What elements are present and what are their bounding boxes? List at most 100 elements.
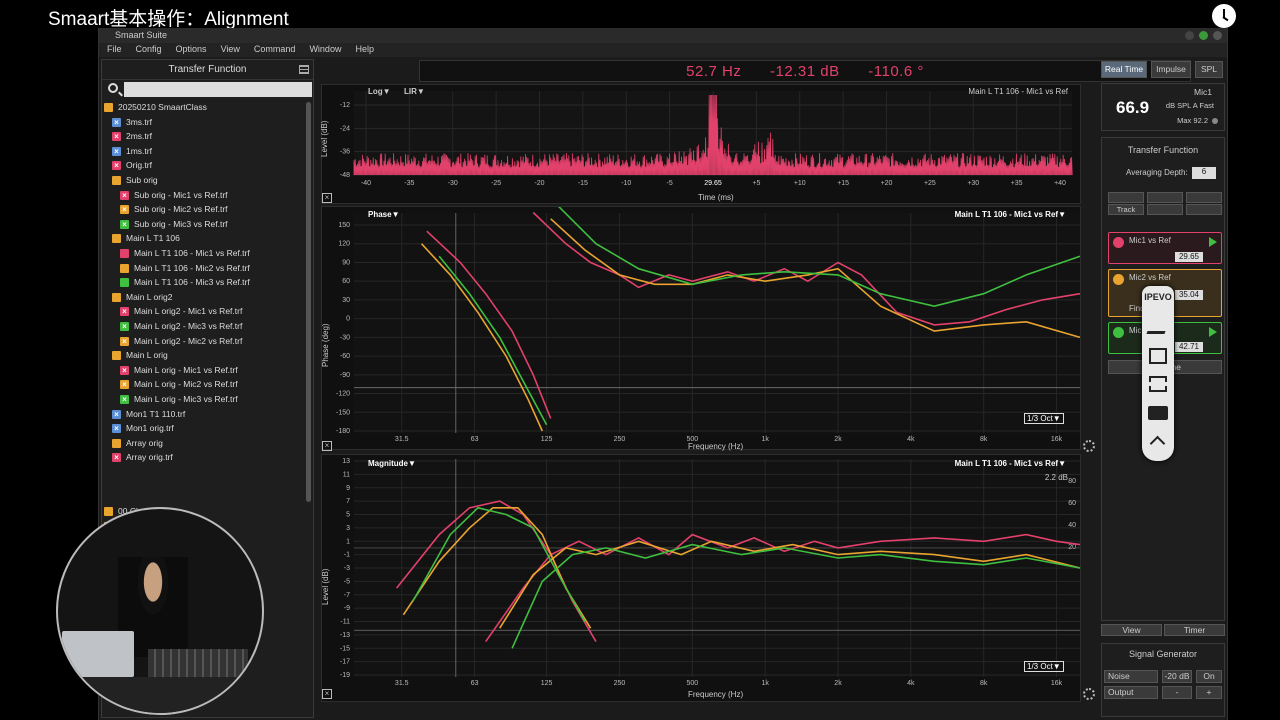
- tree-file[interactable]: × 3ms.trf: [112, 115, 152, 129]
- phase-dropdown[interactable]: Phase▼: [368, 210, 400, 219]
- close-button[interactable]: [1213, 31, 1222, 40]
- tree-file[interactable]: × 2ms.trf: [112, 129, 152, 143]
- menu-view[interactable]: View: [221, 44, 240, 57]
- play-button[interactable]: [1108, 192, 1144, 203]
- impulse-xtick: +20: [881, 180, 893, 187]
- measurement-mic1[interactable]: Mic1 vs Ref 29.65: [1108, 232, 1222, 264]
- magnitude-close-button[interactable]: ×: [322, 689, 332, 699]
- tree-folder[interactable]: Main L orig: [112, 348, 168, 362]
- mic1-play-icon[interactable]: [1209, 237, 1217, 247]
- sidebar-search: [106, 81, 312, 98]
- tree-file[interactable]: × Sub orig - Mic2 vs Ref.trf: [120, 202, 228, 216]
- magnitude-plot[interactable]: 13 11 9 7 5 3 1 -1 -3 -5 -7 -9 -11 -13 -15 -17 -19 80 60 40…: [321, 454, 1081, 702]
- tree-file[interactable]: × Main L orig - Mic2 vs Ref.trf: [120, 377, 238, 391]
- signal-level-down[interactable]: -: [1162, 686, 1192, 699]
- phase-graph[interactable]: 150 120 90 60 30 0 -30 -60 -90 -120 -150 -180 31.5 63…: [322, 207, 1082, 451]
- tree-folder[interactable]: Sub orig: [112, 173, 158, 187]
- magnitude-right-ytick: 40: [1068, 522, 1076, 529]
- search-input[interactable]: [124, 82, 312, 97]
- phase-close-button[interactable]: ×: [322, 441, 332, 451]
- tree-file[interactable]: × Sub orig - Mic1 vs Ref.trf: [120, 188, 228, 202]
- tree-item-label: Main L orig - Mic2 vs Ref.trf: [134, 379, 238, 390]
- phase-smoothing-dropdown[interactable]: 1/3 Oct▼: [1024, 413, 1064, 424]
- collapse-chevron-icon[interactable]: [1149, 435, 1166, 452]
- phase-gear-icon[interactable]: [1083, 440, 1095, 452]
- magnitude-trace-label[interactable]: Main L T1 106 - Mic1 vs Ref▼: [955, 459, 1066, 468]
- menu-file[interactable]: File: [107, 44, 122, 57]
- mode-impulse-button[interactable]: Impulse: [1151, 61, 1191, 78]
- track-button[interactable]: Track: [1108, 204, 1144, 215]
- impulse-plot[interactable]: -12 -24 -36 -48 -40 -35 -30 -25 -20 -15 -10 -5 29.65…: [320, 84, 1082, 205]
- view-tab[interactable]: View: [1101, 624, 1162, 636]
- tree-file[interactable]: Main L T1 106 - Mic2 vs Ref.trf: [120, 261, 250, 275]
- impulse-scale-dropdown[interactable]: Log▼: [368, 87, 391, 96]
- phase-ytick: 60: [342, 278, 350, 285]
- tree-file[interactable]: × Array orig.trf: [112, 450, 173, 464]
- tree-file[interactable]: × Main L orig - Mic3 vs Ref.trf: [120, 392, 238, 406]
- mic3-play-icon[interactable]: [1209, 327, 1217, 337]
- averaging-select[interactable]: 6: [1192, 167, 1216, 179]
- magnitude-dropdown[interactable]: Magnitude▼: [368, 459, 416, 468]
- tree-folder[interactable]: 20250210 SmaartClass: [104, 100, 207, 114]
- magnitude-gear-icon[interactable]: [1083, 688, 1095, 700]
- tree-folder[interactable]: Array orig: [112, 436, 163, 450]
- mic3-delay-value[interactable]: 42.71: [1175, 342, 1203, 352]
- tree-item-label: Sub orig - Mic2 vs Ref.trf: [134, 204, 228, 215]
- minimize-button[interactable]: [1185, 31, 1194, 40]
- signal-type-select[interactable]: Noise: [1104, 670, 1158, 683]
- impulse-mode-dropdown[interactable]: LIR▼: [404, 87, 425, 96]
- stop-button[interactable]: [1147, 192, 1183, 203]
- impulse-close-button[interactable]: ×: [322, 193, 332, 203]
- tree-scrollbar[interactable]: [306, 102, 311, 502]
- tree-folder[interactable]: Main L T1 106: [112, 231, 180, 245]
- signal-on-button[interactable]: On: [1196, 670, 1222, 683]
- delay-finder-button[interactable]: [1147, 204, 1183, 215]
- signal-output-select[interactable]: Output: [1104, 686, 1158, 699]
- sidebar-menu-icon[interactable]: [299, 65, 309, 74]
- menu-help[interactable]: Help: [355, 44, 374, 57]
- spl-device[interactable]: Mic1: [1194, 87, 1212, 97]
- menu-options[interactable]: Options: [176, 44, 207, 57]
- pause-button[interactable]: [1186, 192, 1222, 203]
- magnitude-graph[interactable]: 13 11 9 7 5 3 1 -1 -3 -5 -7 -9 -11 -13 -15 -17 -19 80 60 40…: [322, 455, 1082, 703]
- menu-command[interactable]: Command: [254, 44, 296, 57]
- timer-tab[interactable]: Timer: [1164, 624, 1225, 636]
- signal-level-up[interactable]: +: [1196, 686, 1222, 699]
- mic1-delay-value[interactable]: 29.65: [1175, 252, 1203, 262]
- tree-file[interactable]: × Main L orig2 - Mic1 vs Ref.trf: [120, 304, 242, 318]
- tree-file[interactable]: × Mon1 T1 110.trf: [112, 407, 185, 421]
- unloaded-file-icon: ×: [112, 117, 121, 127]
- mic2-delay-value[interactable]: 35.04: [1175, 290, 1203, 300]
- crop-icon[interactable]: [1149, 376, 1167, 392]
- tree-file[interactable]: Main L T1 106 - Mic3 vs Ref.trf: [120, 275, 250, 289]
- phase-plot[interactable]: 150 120 90 60 30 0 -30 -60 -90 -120 -150 -180 31.5 63…: [321, 206, 1082, 451]
- spl-weighting[interactable]: dB SPL A Fast: [1166, 101, 1214, 110]
- maximize-button[interactable]: [1199, 31, 1208, 40]
- tree-file[interactable]: × Orig.trf: [112, 158, 152, 172]
- clock-icon[interactable]: [1212, 4, 1236, 28]
- impulse-xtick: -35: [404, 180, 414, 187]
- magnitude-smoothing-dropdown[interactable]: 1/3 Oct▼: [1024, 661, 1064, 672]
- phase-trace-label[interactable]: Main L T1 106 - Mic1 vs Ref▼: [955, 210, 1066, 219]
- tree-file[interactable]: × Sub orig - Mic3 vs Ref.trf: [120, 217, 228, 231]
- camera-icon[interactable]: [1148, 406, 1168, 420]
- mic1-label: Mic1 vs Ref: [1129, 236, 1171, 245]
- tree-file[interactable]: × 1ms.trf: [112, 144, 152, 158]
- tree-item-label: Mon1 T1 110.trf: [126, 408, 186, 419]
- tree-file[interactable]: × Mon1 orig.trf: [112, 421, 174, 435]
- tree-file[interactable]: Main L T1 106 - Mic1 vs Ref.trf: [120, 246, 250, 260]
- tools-button[interactable]: [1186, 204, 1222, 215]
- tree-file[interactable]: × Main L orig - Mic1 vs Ref.trf: [120, 363, 238, 377]
- tree-file[interactable]: × Main L orig2 - Mic3 vs Ref.trf: [120, 319, 242, 333]
- menu-config[interactable]: Config: [136, 44, 162, 57]
- signal-level-value[interactable]: -20 dB: [1162, 670, 1192, 683]
- menu-window[interactable]: Window: [309, 44, 341, 57]
- tree-file[interactable]: × Main L orig2 - Mic2 vs Ref.trf: [120, 334, 242, 348]
- tree-folder[interactable]: Main L orig2: [112, 290, 172, 304]
- annotate-icon[interactable]: [1149, 348, 1167, 364]
- mode-spl-button[interactable]: SPL: [1195, 61, 1223, 78]
- mode-real-time-button[interactable]: Real Time: [1101, 61, 1147, 78]
- impulse-graph[interactable]: -12 -24 -36 -48 -40 -35 -30 -25 -20 -15 -10 -5 29.65…: [322, 85, 1082, 205]
- spl-reset-icon[interactable]: [1212, 118, 1218, 124]
- pen-icon[interactable]: [1146, 320, 1170, 334]
